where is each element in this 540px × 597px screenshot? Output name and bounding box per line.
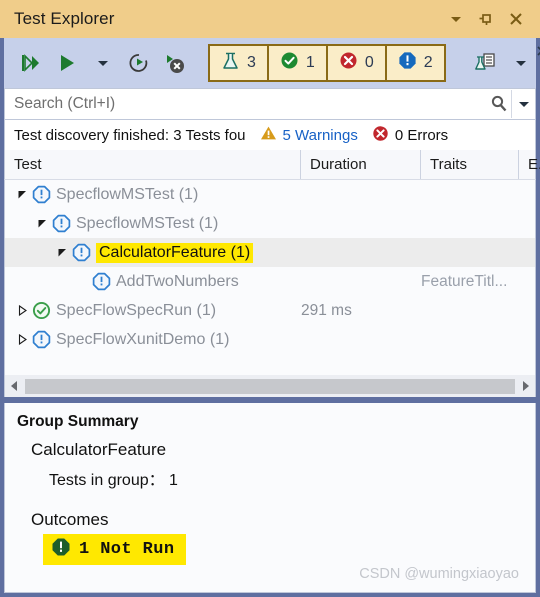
warnings-label: 5 Warnings — [282, 126, 358, 144]
badge-failed-value: 0 — [364, 54, 374, 71]
watermark: CSDN @wumingxiaoyao — [359, 566, 519, 582]
tests-in-group: Tests in group： 1 — [49, 472, 178, 489]
test-settings-dropdown-icon[interactable] — [506, 46, 536, 80]
row-label: SpecFlowXunitDemo (1) — [56, 330, 230, 348]
notrun-icon — [30, 185, 52, 204]
pin-icon[interactable] — [472, 5, 500, 33]
discovery-status-bar: Test discovery finished: 3 Tests fou 5 W… — [4, 120, 536, 150]
notrun-icon — [30, 330, 52, 349]
badge-failed-tests[interactable]: 0 — [328, 46, 387, 80]
column-header-duration[interactable]: Duration — [301, 150, 421, 179]
repeat-last-run-button[interactable] — [124, 46, 154, 80]
notrun-icon — [70, 243, 92, 262]
scroll-right-arrow-icon[interactable] — [516, 380, 535, 392]
toolbar-overflow-icon[interactable] — [536, 46, 540, 56]
cancel-run-button[interactable] — [160, 46, 190, 80]
discovery-message: Test discovery finished: 3 Tests fou — [14, 126, 246, 144]
row-duration: 291 ms — [301, 301, 352, 319]
notrun-icon — [398, 51, 417, 75]
run-button[interactable] — [52, 46, 82, 80]
row-specflowmstest-namespace[interactable]: SpecflowMSTest (1) — [5, 209, 535, 238]
group-summary-panel: Group Summary CalculatorFeature Tests in… — [4, 403, 536, 593]
test-explorer-window: Test Explorer 3 1 0 2 Search (Ctrl+I) Te… — [0, 0, 540, 597]
notrun-icon — [50, 214, 72, 233]
outcomes-label: Outcomes — [31, 510, 109, 529]
horizontal-scrollbar[interactable] — [4, 375, 536, 397]
row-calculatorfeature[interactable]: CalculatorFeature (1) — [5, 238, 535, 267]
search-controls — [488, 89, 535, 119]
test-settings-button[interactable] — [470, 46, 500, 80]
row-label: SpecflowMSTest (1) — [56, 185, 199, 203]
run-all-tests-button[interactable] — [16, 46, 46, 80]
title-bar: Test Explorer — [0, 0, 540, 38]
test-tree[interactable]: SpecflowMSTest (1) SpecflowMSTest (1) Calc… — [4, 180, 536, 375]
group-summary-feature: CalculatorFeature — [31, 440, 167, 459]
search-input[interactable] — [5, 94, 488, 114]
badge-total-value: 3 — [247, 54, 256, 71]
row-label: AddTwoNumbers — [116, 272, 239, 290]
column-header-traits[interactable]: Traits — [421, 150, 519, 179]
column-header-error[interactable]: E. — [519, 150, 540, 179]
passed-icon — [30, 301, 52, 320]
notrun-outcome-icon — [51, 537, 71, 562]
column-header-test[interactable]: Test — [5, 150, 301, 179]
scrollbar-thumb[interactable] — [25, 378, 515, 394]
warnings-indicator[interactable]: 5 Warnings — [260, 125, 358, 145]
outcome-notrun-badge: 1 Not Run — [43, 534, 187, 565]
row-label: CalculatorFeature (1) — [96, 242, 254, 263]
row-label: SpecflowMSTest (1) — [76, 214, 219, 232]
search-bar[interactable] — [4, 88, 536, 120]
badge-passed-tests[interactable]: 1 — [269, 46, 328, 80]
failed-icon — [339, 51, 358, 75]
warning-icon — [260, 125, 277, 145]
row-addtwonumbers[interactable]: AddTwoNumbers FeatureTitl... — [5, 267, 535, 296]
grid-header: Test Duration Traits E. — [4, 150, 540, 180]
errors-indicator[interactable]: 0 Errors — [372, 125, 448, 146]
badge-total-tests[interactable]: 3 — [210, 46, 269, 80]
search-icon[interactable] — [488, 94, 510, 114]
search-divider — [511, 90, 512, 118]
error-icon — [372, 125, 389, 146]
run-dropdown-icon[interactable] — [88, 46, 118, 80]
outcome-notrun-label: 1 Not Run — [79, 540, 175, 559]
page-title: Test Explorer — [14, 9, 115, 28]
row-specflowmstest-project[interactable]: SpecflowMSTest (1) — [5, 180, 535, 209]
passed-icon — [280, 51, 299, 75]
toolbar: 3 1 0 2 — [4, 38, 540, 88]
search-dropdown-icon[interactable] — [513, 101, 535, 107]
expander-collapsed-icon[interactable] — [15, 334, 30, 345]
expander-collapsed-icon[interactable] — [15, 305, 30, 316]
expander-expanded-icon[interactable] — [35, 218, 50, 229]
scroll-left-arrow-icon[interactable] — [5, 380, 24, 392]
row-label: SpecFlowSpecRun (1) — [56, 301, 217, 319]
errors-label: 0 Errors — [394, 126, 449, 144]
window-dropdown-icon[interactable] — [442, 5, 470, 33]
row-specflowxunitdemo[interactable]: SpecFlowXunitDemo (1) — [5, 325, 535, 354]
row-specflowspecrun[interactable]: SpecFlowSpecRun (1) 291 ms — [5, 296, 535, 325]
notrun-icon — [90, 272, 112, 291]
expander-expanded-icon[interactable] — [55, 247, 70, 258]
badge-notrun-value: 2 — [423, 54, 433, 71]
group-summary-title: Group Summary — [17, 413, 139, 430]
badge-notrun-tests[interactable]: 2 — [387, 46, 444, 80]
summary-badges: 3 1 0 2 — [208, 44, 446, 82]
window-controls — [442, 5, 540, 33]
badge-passed-value: 1 — [305, 54, 315, 71]
row-traits: FeatureTitl... — [421, 272, 508, 290]
flask-icon — [221, 51, 240, 76]
expander-expanded-icon[interactable] — [15, 189, 30, 200]
close-icon[interactable] — [502, 5, 530, 33]
